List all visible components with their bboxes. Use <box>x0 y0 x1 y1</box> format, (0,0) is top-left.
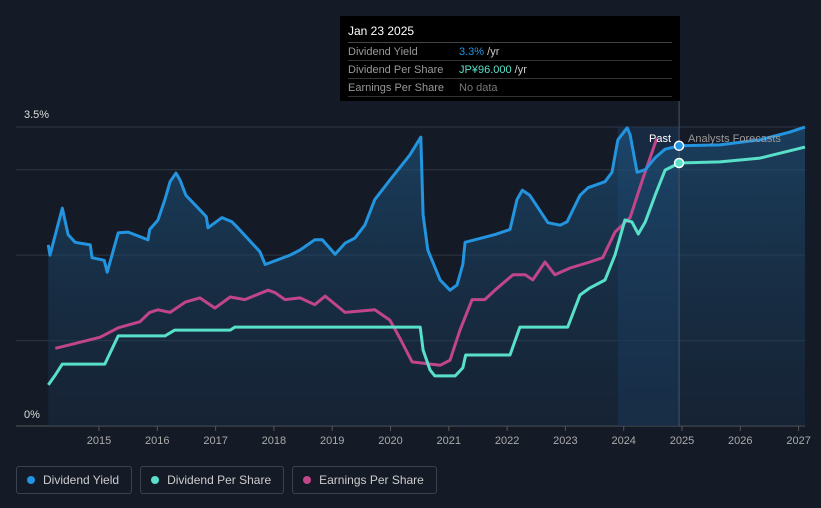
dot-icon <box>151 476 160 484</box>
dot-icon <box>303 476 312 484</box>
tooltip-label: Earnings Per Share <box>348 81 444 94</box>
dividend-per-share-marker <box>673 157 685 169</box>
x-tick-label: 2022 <box>495 435 519 447</box>
tooltip-date: Jan 23 2025 <box>348 24 672 43</box>
tooltip-label: Dividend Per Share <box>348 63 444 76</box>
tooltip-row-earnings-per-share: Earnings Per Share No data <box>348 79 672 97</box>
forecast-label: Analysts Forecasts <box>688 133 781 145</box>
dividend-yield-area <box>48 127 806 426</box>
x-tick-label: 2024 <box>611 435 635 447</box>
legend: Dividend Yield Dividend Per Share Earnin… <box>16 466 437 494</box>
tooltip-label: Dividend Yield <box>348 45 418 58</box>
x-tick-label: 2016 <box>145 435 169 447</box>
x-tick-label: 2018 <box>262 435 286 447</box>
legend-earnings-per-share[interactable]: Earnings Per Share <box>292 466 437 494</box>
x-tick-label: 2020 <box>378 435 402 447</box>
y-axis-label-top: 3.5% <box>24 109 49 121</box>
x-tick-label: 2027 <box>786 435 810 447</box>
tooltip-value: 3.3% <box>459 45 485 58</box>
dot-icon <box>27 476 35 484</box>
x-tick-label: 2023 <box>553 435 577 447</box>
tooltip: Jan 23 2025 Dividend Yield 3.3% /yr Divid… <box>340 16 680 101</box>
y-axis-label-bottom: 0% <box>24 409 40 421</box>
x-tick-label: 2017 <box>203 435 227 447</box>
x-tick-label: 2019 <box>320 435 344 447</box>
legend-label: Dividend Per Share <box>167 473 272 487</box>
tooltip-row-dividend-per-share: Dividend Per Share JP¥96.000 /yr <box>348 61 672 79</box>
x-tick-label: 2025 <box>670 435 694 447</box>
legend-label: Dividend Yield <box>43 473 120 487</box>
tooltip-row-dividend-yield: Dividend Yield 3.3% /yr <box>348 43 672 61</box>
tooltip-suffix: /yr <box>511 63 527 76</box>
tooltip-suffix: /yr <box>484 45 500 58</box>
legend-dividend-yield[interactable]: Dividend Yield <box>16 466 133 494</box>
x-tick-label: 2026 <box>728 435 752 447</box>
past-label: Past <box>649 133 671 145</box>
x-tick-label: 2021 <box>437 435 461 447</box>
tooltip-value: JP¥96.000 <box>459 63 512 76</box>
x-tick-label: 2015 <box>87 435 111 447</box>
legend-label: Earnings Per Share <box>319 473 424 487</box>
tooltip-value: No data <box>459 81 498 94</box>
dividend-yield-marker <box>673 140 685 152</box>
legend-dividend-per-share[interactable]: Dividend Per Share <box>140 466 285 494</box>
